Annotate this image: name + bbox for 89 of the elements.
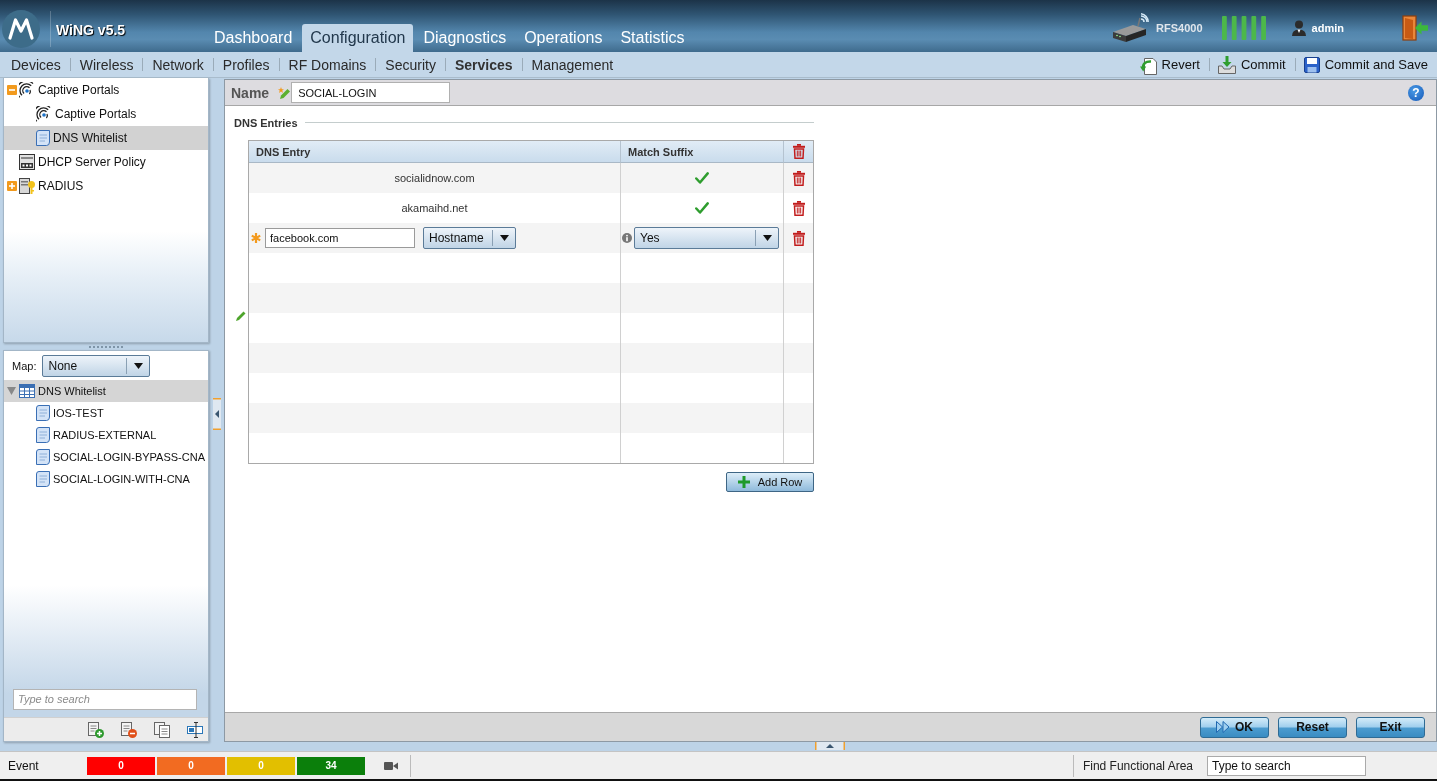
- tree-item[interactable]: RADIUS: [4, 174, 208, 198]
- nav-tab[interactable]: Statistics: [612, 24, 693, 52]
- exit-button[interactable]: Exit: [1356, 716, 1425, 738]
- left-arrow-tab-icon[interactable]: [213, 398, 221, 430]
- device-name: RFS4000: [1156, 22, 1203, 34]
- column-header: DNS Entry: [249, 141, 621, 163]
- wireless-icon: [36, 106, 52, 122]
- plus-icon: [737, 476, 750, 488]
- save-icon: [1303, 56, 1320, 73]
- up-arrow-tab-icon[interactable]: [815, 742, 845, 750]
- server-key-icon: [19, 178, 35, 194]
- add-document-icon[interactable]: [88, 721, 104, 738]
- nav-tab[interactable]: Diagnostics: [415, 24, 515, 52]
- trash-icon[interactable]: [792, 170, 805, 186]
- signal-bars-icon: [1221, 16, 1266, 40]
- map-label: Map:: [12, 359, 37, 372]
- copy-icon[interactable]: [154, 721, 170, 738]
- tree-item[interactable]: RADIUS-EXTERNAL: [4, 424, 208, 446]
- scroll-icon: [36, 471, 50, 487]
- caret-icon: [134, 362, 144, 369]
- trash-icon[interactable]: [792, 144, 805, 159]
- tray-arrow-icon: [1217, 55, 1236, 74]
- commit-and-save-button[interactable]: Commit and Save: [1295, 53, 1428, 76]
- router-icon: [1113, 13, 1150, 43]
- nav-link[interactable]: Services: [445, 56, 522, 73]
- pencil-star-icon: [278, 86, 291, 99]
- tree-item[interactable]: DNS Whitelist: [4, 126, 208, 150]
- grid-icon: [19, 384, 35, 398]
- text-cursor-icon[interactable]: [187, 721, 203, 738]
- door-arrow-icon[interactable]: [1402, 15, 1428, 41]
- match-suffix-dropdown[interactable]: Yes: [634, 227, 779, 249]
- double-arrow-icon: [1216, 721, 1230, 733]
- logo-icon: [2, 10, 40, 48]
- column-header: Match Suffix: [621, 141, 784, 163]
- tree-item[interactable]: IOS-TEST: [4, 402, 208, 424]
- tree-item[interactable]: SOCIAL-LOGIN-BYPASS-CNA: [4, 446, 208, 468]
- entry-type-dropdown[interactable]: Hostname: [423, 227, 516, 249]
- reset-button[interactable]: Reset: [1278, 716, 1347, 738]
- video-camera-icon[interactable]: [384, 760, 398, 771]
- add-row-button[interactable]: Add Row: [726, 472, 814, 492]
- info-icon: [622, 233, 632, 243]
- scroll-icon: [36, 405, 50, 421]
- nav-link[interactable]: Devices: [2, 56, 70, 73]
- table-cell: socialidnow.com: [394, 172, 475, 184]
- event-count[interactable]: 34: [297, 756, 365, 775]
- nav-tab[interactable]: Dashboard: [206, 24, 301, 52]
- table-cell: akamaihd.net: [401, 202, 468, 214]
- nav-link[interactable]: Profiles: [213, 56, 279, 73]
- search-field[interactable]: Type to search: [1207, 755, 1366, 776]
- nav-link[interactable]: RF Domains: [279, 56, 376, 73]
- trash-icon[interactable]: [792, 200, 805, 216]
- event-label: Event: [8, 758, 40, 773]
- caret-icon: [763, 235, 772, 241]
- nav-link[interactable]: Network: [143, 56, 213, 73]
- drag-handle-icon[interactable]: [89, 345, 123, 348]
- nav-tab[interactable]: Configuration: [302, 24, 414, 52]
- user-icon: [1291, 20, 1306, 36]
- scroll-icon: [36, 130, 50, 146]
- nav-link[interactable]: Wireless: [70, 56, 143, 73]
- help-button[interactable]: ?: [1408, 84, 1424, 101]
- tree-item[interactable]: DHCP Server Policy: [4, 150, 208, 174]
- tree-item[interactable]: Captive Portals: [4, 78, 208, 102]
- scroll-icon: [36, 427, 50, 443]
- revert-button[interactable]: Revert: [1131, 53, 1209, 76]
- caret-icon: [500, 235, 509, 241]
- tree-item[interactable]: DNS Whitelist: [4, 380, 208, 402]
- name-label: Name: [231, 84, 270, 101]
- scroll-icon: [36, 449, 50, 465]
- ok-button[interactable]: OK: [1200, 716, 1269, 738]
- dns-entry-input[interactable]: facebook.com: [265, 228, 415, 248]
- search-field[interactable]: Type to search: [13, 688, 197, 710]
- map-dropdown[interactable]: None: [42, 354, 151, 377]
- remove-document-icon[interactable]: [121, 721, 137, 738]
- wireless-icon: [19, 82, 35, 98]
- nav-link[interactable]: Security: [376, 56, 445, 73]
- user-name: admin: [1311, 22, 1344, 34]
- app-title: WiNG v5.5: [56, 22, 126, 38]
- pencil-icon: [236, 311, 246, 321]
- trash-icon[interactable]: [792, 230, 805, 246]
- nav-tab[interactable]: Operations: [516, 24, 611, 52]
- find-label: Find Functional Area: [1082, 758, 1193, 773]
- tree-item[interactable]: SOCIAL-LOGIN-WITH-CNA: [4, 468, 208, 490]
- commit-button[interactable]: Commit: [1209, 53, 1295, 76]
- event-count[interactable]: 0: [87, 756, 155, 775]
- tree-item[interactable]: Captive Portals: [4, 102, 208, 126]
- name-input[interactable]: SOCIAL-LOGIN: [291, 82, 451, 103]
- nav-link[interactable]: Management: [522, 56, 623, 73]
- server-icon: [19, 154, 35, 170]
- section-title: DNS Entries: [234, 116, 298, 129]
